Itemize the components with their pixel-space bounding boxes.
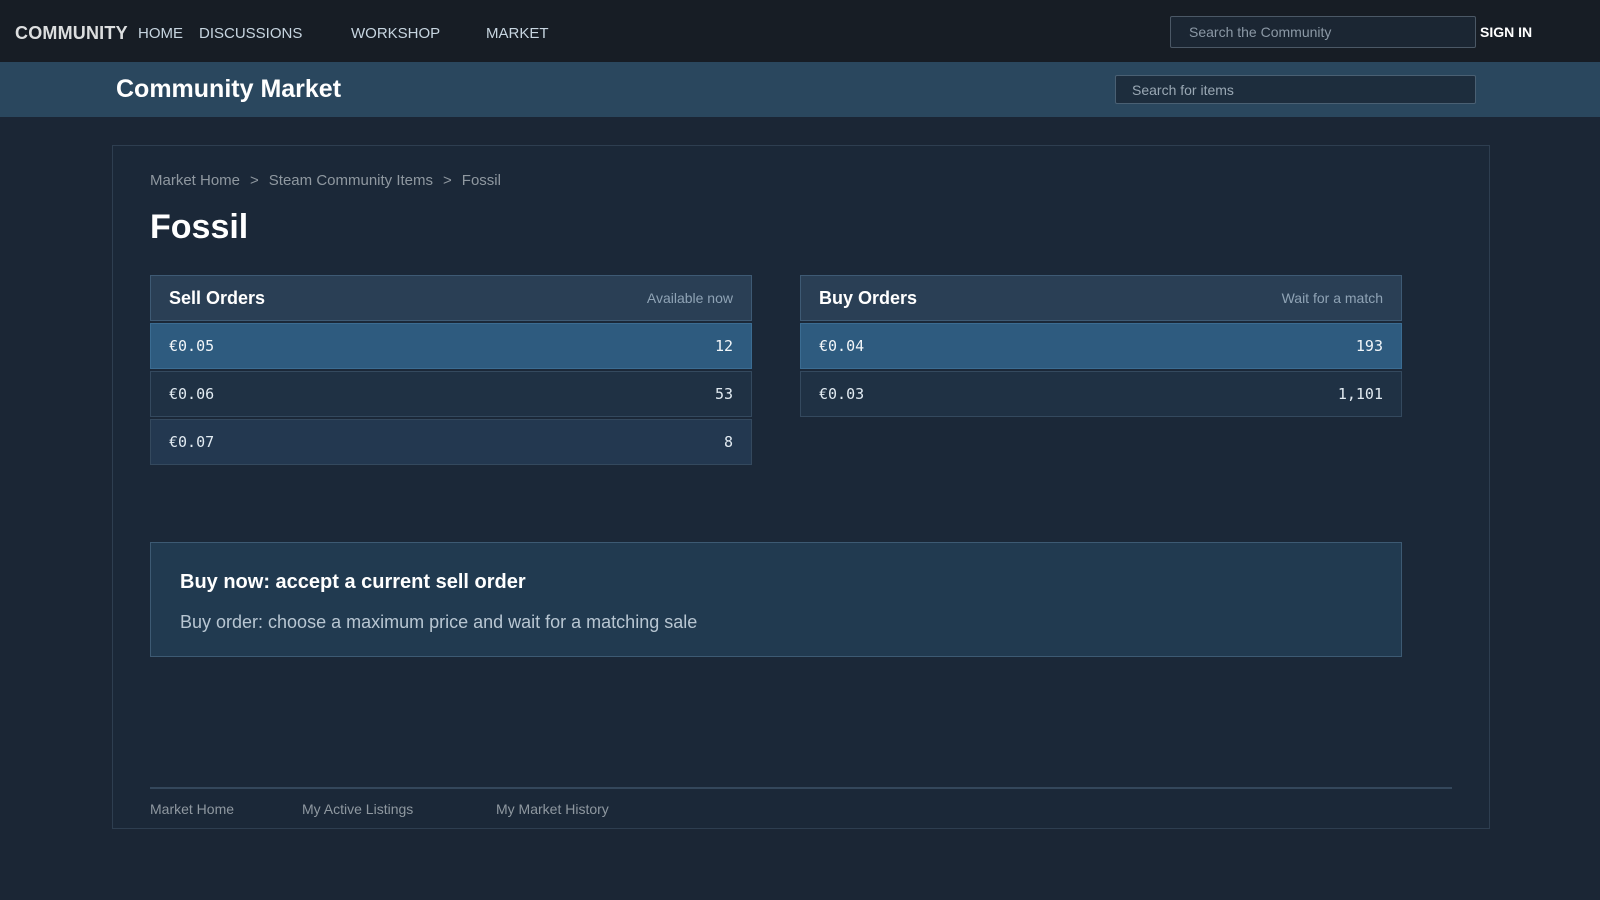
breadcrumb-community-items[interactable]: Steam Community Items [269,172,433,189]
listing-card: Market Home > Steam Community Items > Fossil… [112,145,1490,829]
buy-orders-header: Buy Orders Wait for a match [800,275,1402,321]
top-navigation-bar: COMMUNITY HOME DISCUSSIONS WORKSHOP MARK… [0,0,1600,62]
order-quantity: 8 [723,433,733,451]
order-price: €0.03 [819,385,865,403]
order-price: €0.04 [819,337,865,355]
breadcrumb-market-home[interactable]: Market Home [150,172,240,189]
nav-link-market[interactable]: MARKET [486,25,549,42]
footer-link-market-history[interactable]: My Market History [496,801,609,817]
order-quantity: 1,101 [1337,385,1383,403]
footer-link-active-listings[interactable]: My Active Listings [302,801,413,817]
order-quantity: 12 [714,337,733,355]
sign-in-link[interactable]: SIGN IN [1480,24,1532,40]
buy-now-info: Buy now: accept a current sell order [180,571,526,593]
community-search-input[interactable] [1170,16,1476,48]
nav-link-discussions[interactable]: DISCUSSIONS [199,25,302,42]
sell-order-row[interactable]: €0.07 8 [150,419,752,465]
market-header-bar: Community Market [0,62,1600,117]
buy-orders-subtitle: Wait for a match [1281,290,1383,306]
sell-orders-header: Sell Orders Available now [150,275,752,321]
sell-orders-title: Sell Orders [169,287,266,308]
breadcrumb-separator: > [443,172,452,189]
buy-order-info: Buy order: choose a maximum price and wa… [180,612,698,632]
breadcrumb-separator: > [250,172,259,189]
order-price: €0.06 [169,385,215,403]
footer-divider [150,787,1452,789]
order-price: €0.05 [169,337,215,355]
buy-orders-panel: Buy Orders Wait for a match €0.04 193 €0… [800,275,1402,417]
sell-order-row[interactable]: €0.06 53 [150,371,752,417]
breadcrumb-current-item[interactable]: Fossil [462,172,501,189]
order-price: €0.07 [169,433,215,451]
buy-orders-title: Buy Orders [819,287,918,308]
footer-link-market-home[interactable]: Market Home [150,801,234,817]
nav-link-workshop[interactable]: WORKSHOP [351,25,440,42]
buy-order-row[interactable]: €0.04 193 [800,323,1402,369]
breadcrumb: Market Home > Steam Community Items > Fossil [150,172,501,189]
item-search-input[interactable] [1115,75,1476,104]
market-title[interactable]: Community Market [116,75,341,104]
nav-link-home[interactable]: HOME [138,25,183,42]
community-brand[interactable]: COMMUNITY [15,23,128,44]
purchase-info-box: Buy now: accept a current sell order Buy… [150,542,1402,657]
sell-orders-subtitle: Available now [646,290,733,306]
order-quantity: 193 [1355,337,1383,355]
item-title: Fossil [150,208,249,246]
order-quantity: 53 [714,385,733,403]
buy-order-row[interactable]: €0.03 1,101 [800,371,1402,417]
sell-orders-panel: Sell Orders Available now €0.05 12 €0.06… [150,275,752,465]
sell-order-row[interactable]: €0.05 12 [150,323,752,369]
